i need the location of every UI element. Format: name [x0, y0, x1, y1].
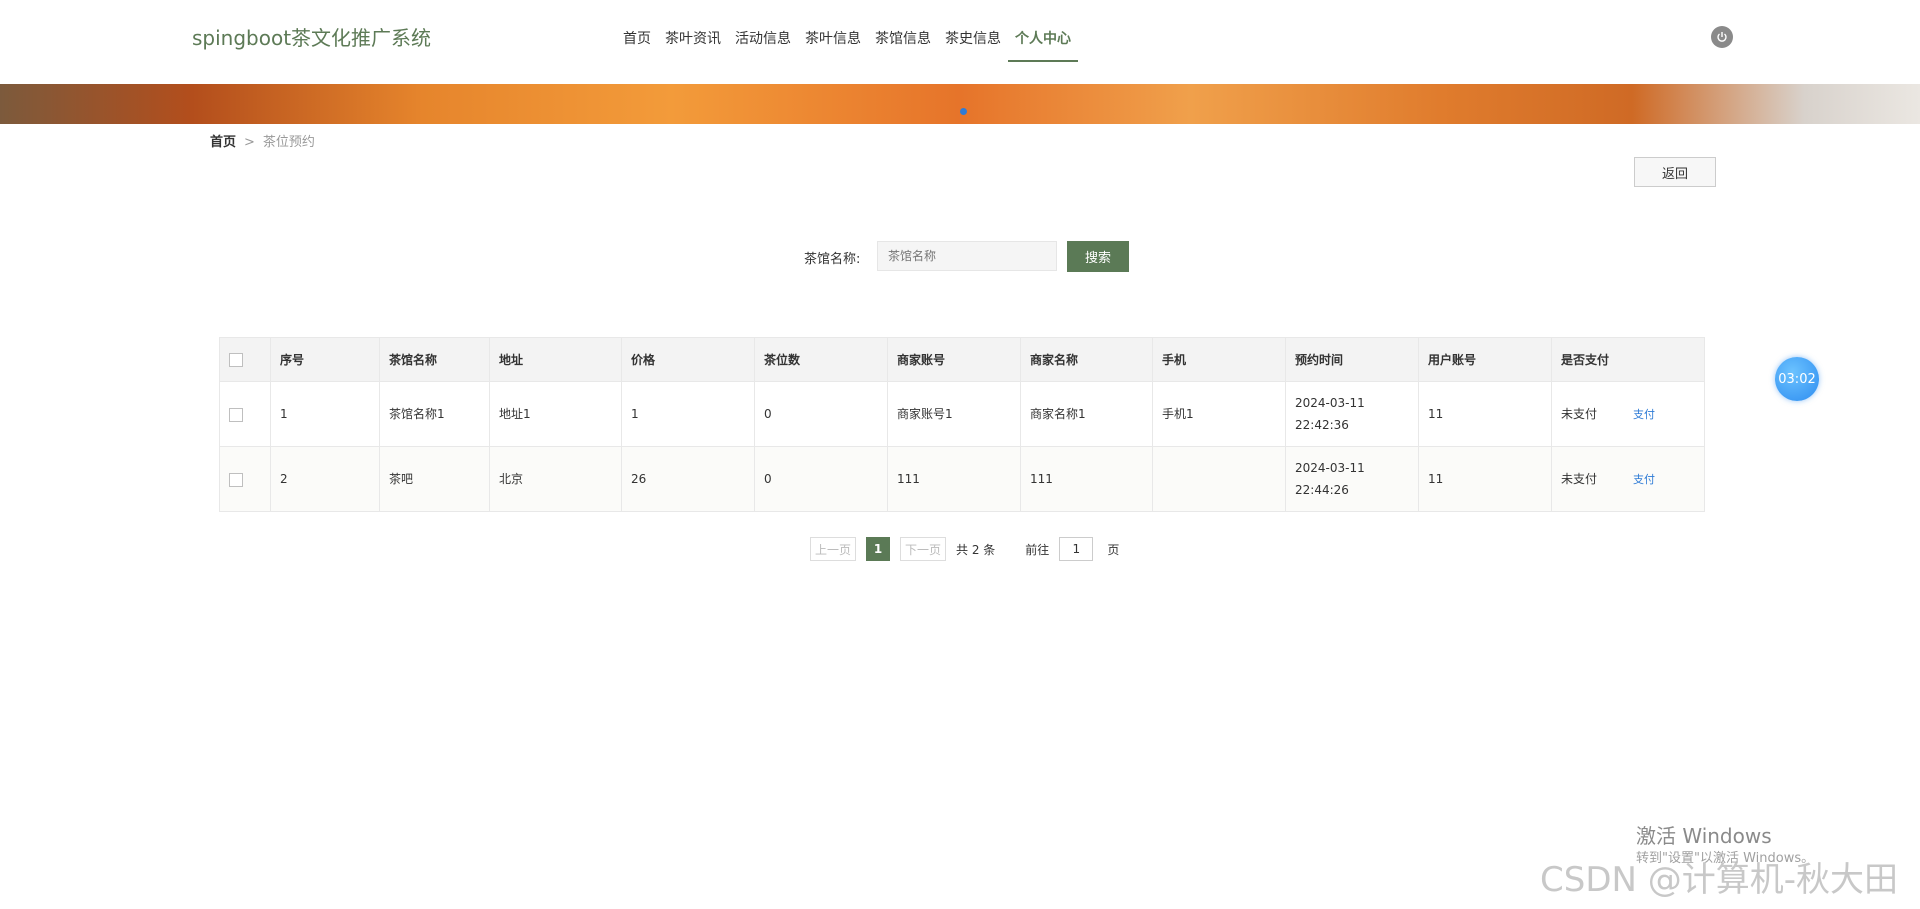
- pay-link[interactable]: 支付: [1633, 473, 1655, 486]
- cell-merchant-account: 商家账号1: [887, 381, 1021, 447]
- search-button[interactable]: 搜索: [1067, 241, 1129, 272]
- col-header: 是否支付: [1551, 337, 1705, 382]
- select-all-checkbox[interactable]: [229, 352, 243, 367]
- cell-reservation-time: 2024-03-11 22:42:36: [1285, 381, 1419, 447]
- cell-address: 北京: [489, 446, 622, 512]
- col-header: 地址: [489, 337, 622, 382]
- table-header-row: 序号 茶馆名称 地址 价格 茶位数 商家账号 商家名称 手机 预约时间 用户账号…: [219, 337, 1705, 382]
- col-header: 序号: [270, 337, 380, 382]
- current-page[interactable]: 1: [866, 537, 891, 561]
- pay-link[interactable]: 支付: [1633, 408, 1655, 421]
- total-count: 共 2 条: [956, 542, 996, 557]
- cell-phone: 手机1: [1152, 381, 1286, 447]
- nav-item-tea-news[interactable]: 茶叶资讯: [658, 24, 728, 62]
- back-button[interactable]: 返回: [1634, 157, 1716, 187]
- col-header: 商家账号: [887, 337, 1021, 382]
- nav-item-home[interactable]: 首页: [616, 24, 658, 62]
- goto-page-input[interactable]: 1: [1059, 537, 1094, 561]
- breadcrumb-home[interactable]: 首页: [210, 135, 236, 150]
- cell-seat-count: 0: [754, 446, 888, 512]
- row-checkbox[interactable]: [229, 407, 243, 422]
- next-page-button[interactable]: 下一页: [900, 537, 947, 561]
- col-header: 用户账号: [1418, 337, 1552, 382]
- breadcrumb-separator: >: [244, 135, 255, 150]
- site-brand[interactable]: spingboot茶文化推广系统: [192, 22, 431, 51]
- pagination: 上一页 1 下一页 共 2 条 前往 1 页: [810, 537, 1119, 561]
- cell-user-account: 11: [1418, 446, 1552, 512]
- cell-index: 1: [270, 381, 380, 447]
- cell-price: 1: [621, 381, 755, 447]
- cell-merchant-account: 111: [887, 446, 1021, 512]
- timer-badge[interactable]: 03:02: [1775, 357, 1819, 401]
- windows-activation-title: 激活 Windows: [1636, 824, 1772, 848]
- row-checkbox[interactable]: [229, 472, 243, 487]
- col-header: 手机: [1152, 337, 1286, 382]
- breadcrumb: 首页 > 茶位预约: [210, 131, 315, 150]
- cell-seat-count: 0: [754, 381, 888, 447]
- cell-address: 地址1: [489, 381, 622, 447]
- cell-pay-status: 未支付: [1561, 406, 1598, 421]
- prev-page-button[interactable]: 上一页: [810, 537, 857, 561]
- cell-index: 2: [270, 446, 380, 512]
- top-header: spingboot茶文化推广系统 首页 茶叶资讯 活动信息 茶叶信息 茶馆信息 …: [0, 0, 1920, 84]
- cell-teahouse-name: 茶馆名称1: [379, 381, 490, 447]
- cell-reservation-time: 2024-03-11 22:44:26: [1285, 446, 1419, 512]
- cell-user-account: 11: [1418, 381, 1552, 447]
- power-icon[interactable]: [1711, 26, 1733, 48]
- cell-phone: [1152, 446, 1286, 512]
- table-row: 2 茶吧 北京 26 0 111 111 2024-03-11 22:44:26…: [219, 446, 1705, 512]
- search-input[interactable]: [877, 241, 1057, 271]
- cell-merchant-name: 商家名称1: [1020, 381, 1153, 447]
- breadcrumb-current: 茶位预约: [262, 135, 315, 150]
- nav-item-teahouse-info[interactable]: 茶馆信息: [868, 24, 938, 62]
- nav-item-personal-center[interactable]: 个人中心: [1008, 24, 1078, 62]
- reservation-table: 序号 茶馆名称 地址 价格 茶位数 商家账号 商家名称 手机 预约时间 用户账号…: [219, 337, 1705, 512]
- nav-item-activities[interactable]: 活动信息: [728, 24, 798, 62]
- page-unit-label: 页: [1107, 542, 1120, 557]
- col-header: 茶馆名称: [379, 337, 490, 382]
- banner-carousel: [0, 84, 1920, 124]
- csdn-watermark: CSDN @计算机-秋大田: [1540, 860, 1899, 900]
- col-header: 茶位数: [754, 337, 888, 382]
- col-header: 商家名称: [1020, 337, 1153, 382]
- goto-label: 前往: [1025, 542, 1050, 557]
- col-header: 价格: [621, 337, 755, 382]
- nav-item-tea-history[interactable]: 茶史信息: [938, 24, 1008, 62]
- search-label: 茶馆名称:: [804, 252, 861, 267]
- cell-teahouse-name: 茶吧: [379, 446, 490, 512]
- table-row: 1 茶馆名称1 地址1 1 0 商家账号1 商家名称1 手机1 2024-03-…: [219, 381, 1705, 447]
- nav-item-tea-info[interactable]: 茶叶信息: [798, 24, 868, 62]
- col-header: 预约时间: [1285, 337, 1419, 382]
- main-nav: 首页 茶叶资讯 活动信息 茶叶信息 茶馆信息 茶史信息 个人中心: [616, 24, 1078, 62]
- carousel-dot[interactable]: [960, 108, 967, 115]
- cell-price: 26: [621, 446, 755, 512]
- cell-merchant-name: 111: [1020, 446, 1153, 512]
- cell-pay-status: 未支付: [1561, 471, 1598, 486]
